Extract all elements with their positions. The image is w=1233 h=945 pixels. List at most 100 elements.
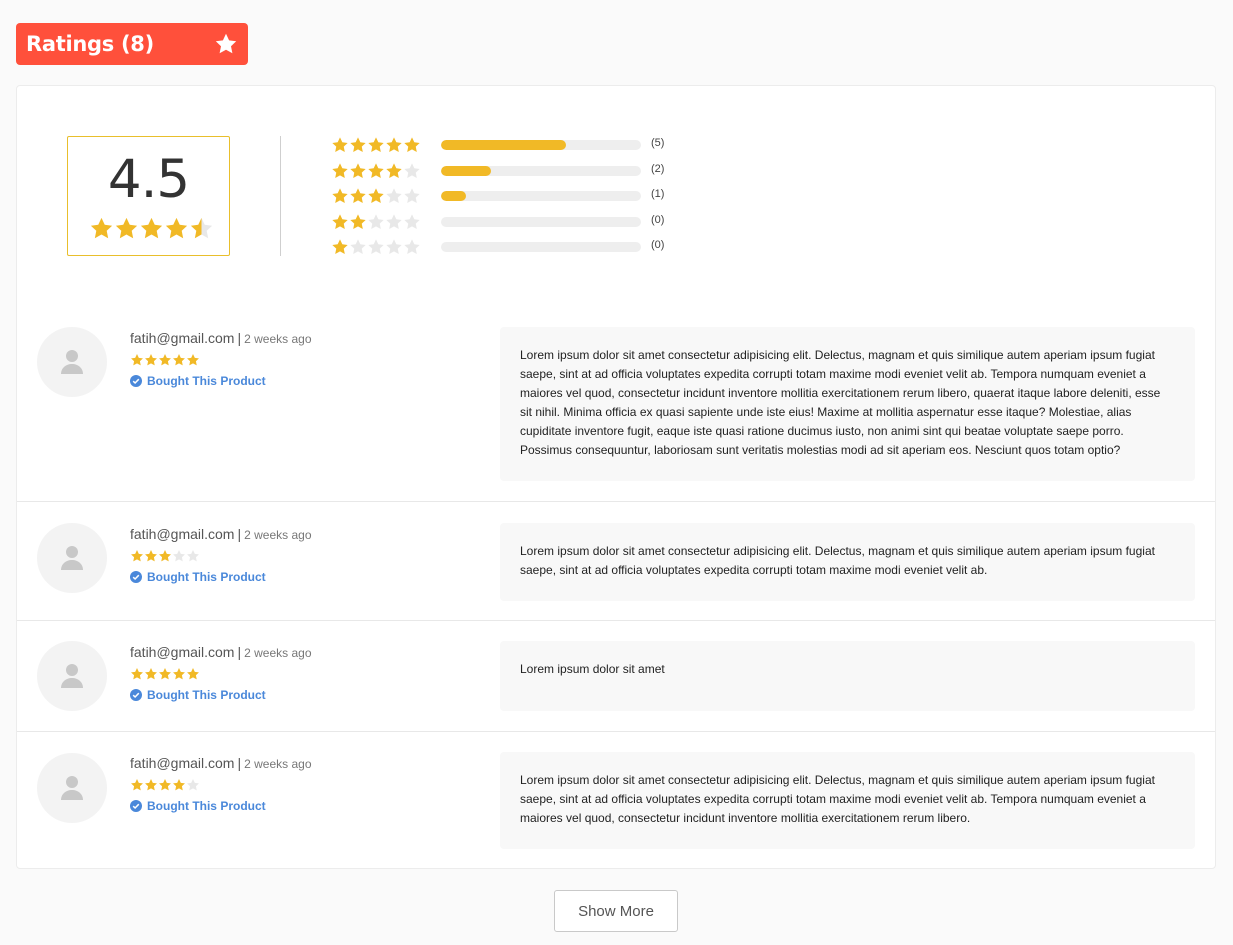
distribution-bar-fill bbox=[441, 165, 491, 176]
review-author-line: fatih@gmail.com | 2 weeks ago bbox=[130, 328, 312, 347]
distribution-row-1-star: (0) bbox=[331, 238, 731, 256]
review-meta: fatih@gmail.com | 2 weeks ago Bought This P… bbox=[130, 753, 312, 813]
star-filled-icon bbox=[332, 239, 348, 254]
check-circle-icon bbox=[130, 800, 142, 812]
distribution-bar-track bbox=[441, 140, 641, 150]
review-comment: Lorem ipsum dolor sit amet consectetur a… bbox=[500, 327, 1195, 481]
star-filled-icon bbox=[159, 668, 171, 680]
review-time: 2 weeks ago bbox=[244, 646, 312, 660]
review-stars bbox=[130, 353, 312, 367]
star-filled-icon bbox=[332, 137, 348, 152]
star-filled-icon bbox=[173, 354, 185, 366]
distribution-bar-fill bbox=[441, 191, 466, 201]
distribution-row-5-star: (5) bbox=[331, 136, 731, 154]
star-empty-icon bbox=[368, 213, 384, 229]
star-filled-icon bbox=[131, 550, 143, 562]
review-time: 2 weeks ago bbox=[244, 332, 312, 346]
distribution-stars bbox=[331, 187, 421, 205]
distribution-bar-track bbox=[441, 216, 641, 227]
star-filled-icon bbox=[131, 668, 143, 680]
review-email: fatih@gmail.com bbox=[130, 644, 235, 660]
separator: | bbox=[237, 330, 242, 346]
review-stars bbox=[130, 549, 312, 563]
star-filled-icon bbox=[404, 137, 420, 152]
distribution-stars bbox=[331, 213, 421, 231]
star-filled-icon bbox=[131, 354, 143, 366]
review-author-line: fatih@gmail.com | 2 weeks ago bbox=[130, 524, 312, 543]
star-filled-icon bbox=[350, 162, 366, 178]
verified-purchase: Bought This Product bbox=[130, 799, 312, 813]
review-email: fatih@gmail.com bbox=[130, 755, 235, 771]
star-filled-icon bbox=[115, 217, 138, 239]
star-filled-icon bbox=[332, 213, 348, 229]
average-score-box: 4.5 bbox=[67, 136, 230, 256]
star-filled-icon bbox=[386, 162, 402, 178]
star-filled-icon bbox=[386, 137, 402, 152]
star-filled-icon bbox=[368, 162, 384, 178]
star-filled-icon bbox=[145, 550, 157, 562]
star-icon bbox=[215, 33, 237, 54]
check-circle-icon bbox=[130, 571, 142, 583]
distribution-bar-track bbox=[441, 242, 641, 252]
distribution-count: (2) bbox=[651, 162, 665, 175]
review-comment: Lorem ipsum dolor sit amet bbox=[500, 641, 1195, 711]
distribution-bar-track bbox=[441, 165, 641, 176]
star-empty-icon bbox=[404, 213, 420, 229]
distribution-stars bbox=[331, 136, 421, 154]
verified-purchase: Bought This Product bbox=[130, 374, 312, 388]
avatar bbox=[37, 523, 107, 593]
review-author-line: fatih@gmail.com | 2 weeks ago bbox=[130, 753, 312, 772]
distribution-count: (0) bbox=[651, 239, 665, 251]
star-empty-icon bbox=[368, 239, 384, 254]
star-filled-icon bbox=[131, 779, 143, 791]
review-stars bbox=[130, 778, 312, 792]
user-icon bbox=[61, 776, 83, 800]
review-item: fatih@gmail.com | 2 weeks ago Bought This P… bbox=[17, 306, 1215, 501]
distribution-row-4-star: (2) bbox=[331, 162, 731, 180]
star-empty-icon bbox=[187, 779, 199, 791]
star-filled-icon bbox=[173, 668, 185, 680]
bought-label: Bought This Product bbox=[147, 374, 266, 388]
review-email: fatih@gmail.com bbox=[130, 526, 235, 542]
star-filled-icon bbox=[159, 550, 171, 562]
review-comment: Lorem ipsum dolor sit amet consectetur a… bbox=[500, 752, 1195, 849]
star-filled-icon bbox=[165, 217, 188, 239]
distribution-bar-track bbox=[441, 191, 641, 201]
star-filled-icon bbox=[173, 779, 185, 791]
bought-label: Bought This Product bbox=[147, 570, 266, 584]
review-comment: Lorem ipsum dolor sit amet consectetur a… bbox=[500, 523, 1195, 601]
distribution-stars bbox=[331, 238, 421, 256]
review-item: fatih@gmail.com | 2 weeks ago Bought This P… bbox=[17, 501, 1215, 620]
review-stars bbox=[130, 667, 312, 681]
review-time: 2 weeks ago bbox=[244, 757, 312, 771]
distribution-count: (5) bbox=[651, 137, 665, 149]
ratings-panel: 4.5 (5) (2) (1) (0) (0) fatih@gmail.com | 2 we… bbox=[16, 85, 1216, 869]
review-email: fatih@gmail.com bbox=[130, 330, 235, 346]
avatar bbox=[37, 641, 107, 711]
star-filled-icon bbox=[145, 354, 157, 366]
check-circle-icon bbox=[130, 689, 142, 701]
star-empty-icon bbox=[404, 162, 420, 178]
star-filled-icon bbox=[140, 217, 163, 239]
verified-purchase: Bought This Product bbox=[130, 688, 312, 702]
separator: | bbox=[237, 526, 242, 542]
star-empty-icon bbox=[350, 239, 366, 254]
divider bbox=[280, 136, 281, 256]
star-empty-icon bbox=[386, 213, 402, 229]
star-half-icon bbox=[190, 217, 213, 239]
star-empty-icon bbox=[404, 239, 420, 254]
avatar bbox=[37, 753, 107, 823]
star-filled-icon bbox=[145, 779, 157, 791]
star-empty-icon bbox=[386, 239, 402, 254]
user-icon bbox=[61, 546, 83, 570]
distribution-stars bbox=[331, 162, 421, 180]
show-more-button[interactable]: Show More bbox=[554, 890, 678, 932]
star-empty-icon bbox=[386, 188, 402, 203]
star-empty-icon bbox=[187, 550, 199, 562]
star-filled-icon bbox=[350, 137, 366, 152]
star-filled-icon bbox=[350, 188, 366, 203]
star-filled-icon bbox=[350, 213, 366, 229]
separator: | bbox=[237, 755, 242, 771]
check-circle-icon bbox=[130, 375, 142, 387]
bought-label: Bought This Product bbox=[147, 688, 266, 702]
